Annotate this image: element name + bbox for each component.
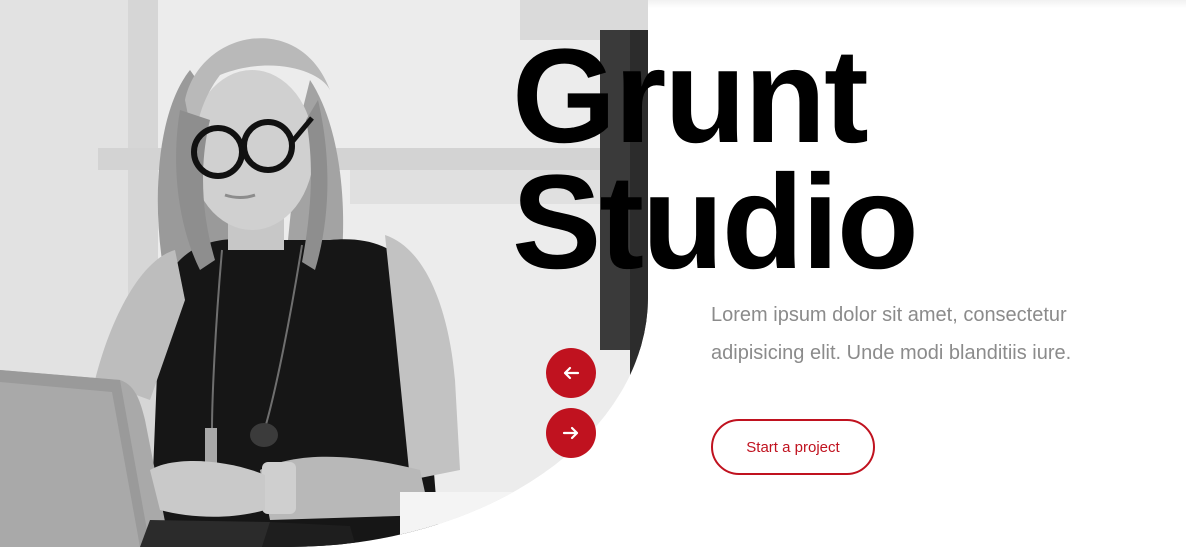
hero-section: Grunt Studio Lorem ipsum dolor sit amet,… [0, 0, 1186, 547]
top-shadow [645, 0, 1186, 8]
arrow-left-icon [563, 366, 580, 380]
start-project-button[interactable]: Start a project [711, 419, 875, 475]
hero-title-line-1: Grunt [512, 22, 869, 171]
hero-description: Lorem ipsum dolor sit amet, consectetur … [711, 304, 1072, 364]
hero-title: Grunt Studio [512, 22, 919, 297]
start-project-button-label: Start a project [746, 438, 840, 456]
arrow-right-icon [562, 426, 579, 440]
slider-next-button[interactable] [546, 408, 596, 458]
slider-prev-button[interactable] [546, 348, 596, 398]
hero-title-line-2: Studio [512, 148, 919, 297]
